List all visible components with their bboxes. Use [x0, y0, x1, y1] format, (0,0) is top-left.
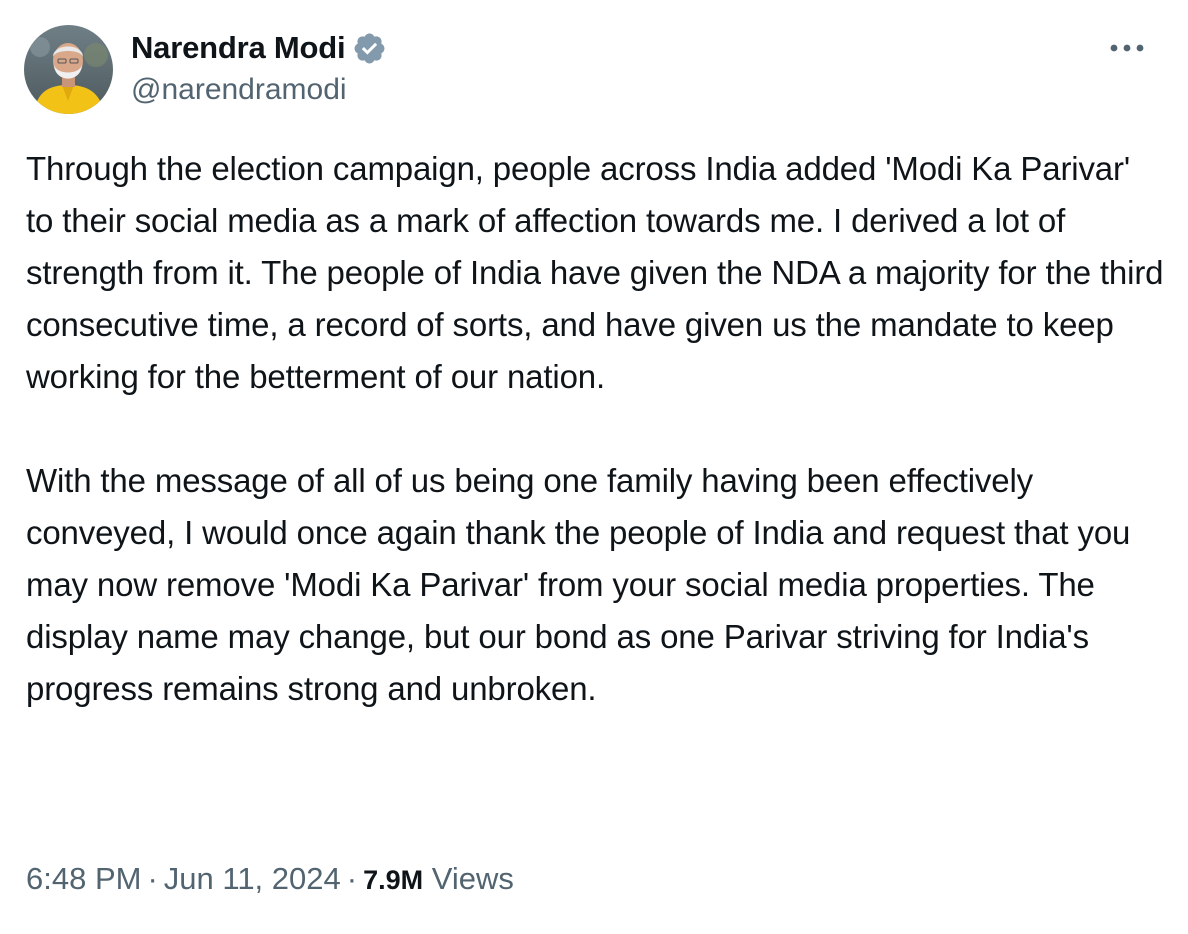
tweet-paragraph: With the message of all of us being one …: [26, 462, 1131, 707]
tweet-meta: 6:48 PM · Jun 11, 2024 · 7.9M Views: [26, 857, 514, 902]
avatar-image: [24, 25, 113, 114]
tweet-paragraph: Through the election campaign, people ac…: [26, 150, 1164, 395]
meta-separator: ·: [346, 861, 358, 896]
author-display-name[interactable]: Narendra Modi: [131, 30, 346, 66]
more-horizontal-icon: [1110, 44, 1144, 52]
tweet-text: Through the election campaign, people ac…: [26, 143, 1166, 715]
avatar[interactable]: [24, 25, 113, 114]
meta-separator: ·: [147, 861, 158, 896]
author-handle[interactable]: @narendramodi: [131, 73, 347, 107]
views-count[interactable]: 7.9M: [363, 865, 423, 895]
name-row: Narendra Modi: [131, 28, 387, 68]
tweet-card: Narendra Modi @narendramodi Through the …: [0, 0, 1188, 934]
tweet-time: 6:48 PM: [26, 861, 142, 896]
more-options-button[interactable]: [1105, 30, 1149, 66]
views-label: Views: [431, 861, 514, 896]
tweet-date: Jun 11, 2024: [163, 861, 341, 896]
tweet-timestamp[interactable]: 6:48 PM · Jun 11, 2024: [26, 861, 341, 896]
verified-badge-icon: [352, 31, 387, 66]
